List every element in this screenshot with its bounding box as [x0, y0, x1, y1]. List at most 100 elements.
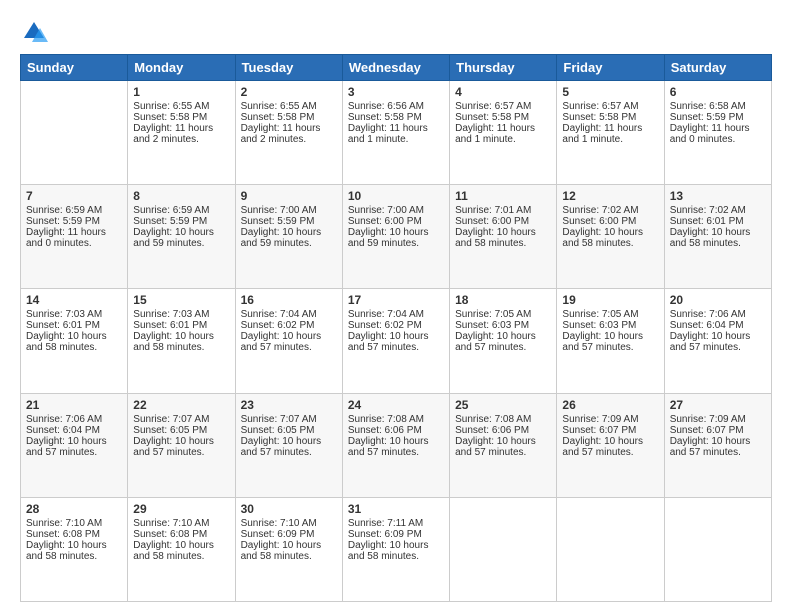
calendar-cell: 12Sunrise: 7:02 AMSunset: 6:00 PMDayligh…	[557, 185, 664, 289]
cell-text: Daylight: 11 hours	[455, 123, 551, 134]
day-number: 10	[348, 189, 444, 203]
cell-text: Sunset: 6:09 PM	[241, 529, 337, 540]
cell-text: Daylight: 10 hours	[562, 331, 658, 342]
calendar-cell: 5Sunrise: 6:57 AMSunset: 5:58 PMDaylight…	[557, 81, 664, 185]
calendar-cell: 26Sunrise: 7:09 AMSunset: 6:07 PMDayligh…	[557, 393, 664, 497]
cell-text: Sunrise: 6:58 AM	[670, 101, 766, 112]
cell-text: Sunrise: 7:03 AM	[133, 309, 229, 320]
cell-text: and 58 minutes.	[562, 238, 658, 249]
logo-icon	[20, 18, 48, 46]
calendar-cell: 1Sunrise: 6:55 AMSunset: 5:58 PMDaylight…	[128, 81, 235, 185]
cell-text: Daylight: 10 hours	[241, 227, 337, 238]
day-number: 26	[562, 398, 658, 412]
cell-text: and 0 minutes.	[670, 134, 766, 145]
cell-text: Sunset: 5:58 PM	[562, 112, 658, 123]
day-number: 11	[455, 189, 551, 203]
cell-text: Daylight: 11 hours	[348, 123, 444, 134]
cell-text: and 2 minutes.	[133, 134, 229, 145]
cell-text: Daylight: 10 hours	[670, 331, 766, 342]
cell-text: Sunset: 5:59 PM	[133, 216, 229, 227]
cell-text: Sunrise: 7:02 AM	[670, 205, 766, 216]
day-number: 14	[26, 293, 122, 307]
calendar-week-row: 1Sunrise: 6:55 AMSunset: 5:58 PMDaylight…	[21, 81, 772, 185]
cell-text: and 1 minute.	[348, 134, 444, 145]
day-number: 27	[670, 398, 766, 412]
cell-text: and 57 minutes.	[241, 447, 337, 458]
cell-text: Sunrise: 7:10 AM	[26, 518, 122, 529]
day-number: 21	[26, 398, 122, 412]
calendar-cell	[557, 497, 664, 601]
day-number: 1	[133, 85, 229, 99]
calendar-cell: 17Sunrise: 7:04 AMSunset: 6:02 PMDayligh…	[342, 289, 449, 393]
header-day: Thursday	[450, 55, 557, 81]
cell-text: Sunrise: 7:04 AM	[241, 309, 337, 320]
cell-text: and 1 minute.	[562, 134, 658, 145]
cell-text: Daylight: 10 hours	[455, 436, 551, 447]
cell-text: Sunset: 6:02 PM	[348, 320, 444, 331]
cell-text: and 57 minutes.	[348, 342, 444, 353]
header	[20, 18, 772, 46]
cell-text: Sunrise: 7:05 AM	[562, 309, 658, 320]
calendar-cell: 11Sunrise: 7:01 AMSunset: 6:00 PMDayligh…	[450, 185, 557, 289]
calendar-cell: 15Sunrise: 7:03 AMSunset: 6:01 PMDayligh…	[128, 289, 235, 393]
day-number: 19	[562, 293, 658, 307]
cell-text: Sunset: 5:59 PM	[670, 112, 766, 123]
cell-text: and 58 minutes.	[348, 551, 444, 562]
cell-text: Daylight: 10 hours	[241, 331, 337, 342]
cell-text: Sunset: 6:07 PM	[562, 425, 658, 436]
cell-text: Sunrise: 7:11 AM	[348, 518, 444, 529]
cell-text: Sunset: 6:05 PM	[241, 425, 337, 436]
calendar-week-row: 14 Sunrise: 7:03 AM Sunset: 6:01 PM Dayligh…	[21, 289, 772, 393]
cell-text: Sunrise: 6:59 AM	[133, 205, 229, 216]
cell-text: Sunrise: 7:06 AM	[670, 309, 766, 320]
calendar-cell: 31Sunrise: 7:11 AMSunset: 6:09 PMDayligh…	[342, 497, 449, 601]
cell-text: and 2 minutes.	[241, 134, 337, 145]
cell-text: Sunrise: 6:55 AM	[241, 101, 337, 112]
calendar-cell: 29Sunrise: 7:10 AMSunset: 6:08 PMDayligh…	[128, 497, 235, 601]
calendar-cell: 24Sunrise: 7:08 AMSunset: 6:06 PMDayligh…	[342, 393, 449, 497]
day-number: 8	[133, 189, 229, 203]
cell-text: and 59 minutes.	[241, 238, 337, 249]
cell-text: Daylight: 10 hours	[133, 436, 229, 447]
cell-text: Daylight: 10 hours	[26, 436, 122, 447]
day-number: 16	[241, 293, 337, 307]
cell-text: and 58 minutes.	[670, 238, 766, 249]
cell-text: Sunset: 6:05 PM	[133, 425, 229, 436]
cell-text: and 59 minutes.	[348, 238, 444, 249]
calendar-cell: 16Sunrise: 7:04 AMSunset: 6:02 PMDayligh…	[235, 289, 342, 393]
cell-text: and 57 minutes.	[670, 342, 766, 353]
cell-text: and 57 minutes.	[562, 447, 658, 458]
cell-text: Daylight: 11 hours	[562, 123, 658, 134]
cell-text: Sunset: 6:03 PM	[455, 320, 551, 331]
cell-text: Sunset: 6:06 PM	[348, 425, 444, 436]
calendar-cell: 23Sunrise: 7:07 AMSunset: 6:05 PMDayligh…	[235, 393, 342, 497]
cell-text: and 57 minutes.	[670, 447, 766, 458]
day-number: 17	[348, 293, 444, 307]
cell-text: Sunset: 6:01 PM	[26, 320, 122, 331]
header-day: Friday	[557, 55, 664, 81]
cell-text: and 57 minutes.	[133, 447, 229, 458]
calendar-cell	[664, 497, 771, 601]
calendar-cell: 10Sunrise: 7:00 AMSunset: 6:00 PMDayligh…	[342, 185, 449, 289]
day-number: 7	[26, 189, 122, 203]
cell-text: Sunrise: 7:08 AM	[348, 414, 444, 425]
cell-text: and 0 minutes.	[26, 238, 122, 249]
cell-text: Daylight: 10 hours	[562, 227, 658, 238]
calendar-table: SundayMondayTuesdayWednesdayThursdayFrid…	[20, 54, 772, 602]
cell-text: Sunset: 6:01 PM	[670, 216, 766, 227]
cell-text: Daylight: 10 hours	[241, 436, 337, 447]
day-number: 30	[241, 502, 337, 516]
cell-text: Sunrise: 7:00 AM	[348, 205, 444, 216]
calendar-cell: 19Sunrise: 7:05 AMSunset: 6:03 PMDayligh…	[557, 289, 664, 393]
cell-text: and 57 minutes.	[26, 447, 122, 458]
day-number: 28	[26, 502, 122, 516]
cell-text: and 58 minutes.	[26, 342, 122, 353]
cell-text: Sunset: 6:08 PM	[133, 529, 229, 540]
cell-text: Daylight: 10 hours	[348, 540, 444, 551]
cell-text: Sunset: 5:58 PM	[133, 112, 229, 123]
cell-text: Sunrise: 7:09 AM	[670, 414, 766, 425]
cell-text: Daylight: 10 hours	[133, 540, 229, 551]
calendar-cell: 20Sunrise: 7:06 AMSunset: 6:04 PMDayligh…	[664, 289, 771, 393]
calendar-cell: 8Sunrise: 6:59 AMSunset: 5:59 PMDaylight…	[128, 185, 235, 289]
day-number: 2	[241, 85, 337, 99]
